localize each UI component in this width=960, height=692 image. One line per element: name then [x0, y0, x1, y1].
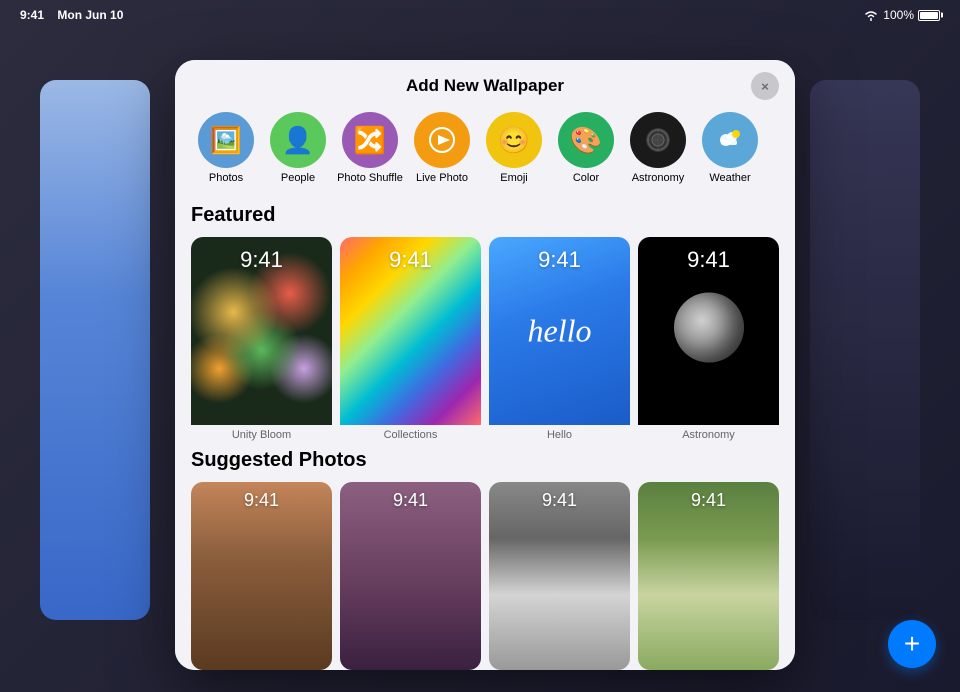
type-item-photos[interactable]: 🖼️ Photos	[191, 112, 261, 184]
featured-time-collections: 9:41	[340, 247, 481, 273]
status-bar: 9:41 Mon Jun 10 100%	[0, 8, 960, 22]
add-button[interactable]: +	[888, 620, 936, 668]
type-label-color: Color	[573, 172, 599, 184]
type-item-photo-shuffle[interactable]: 🔀 Photo Shuffle	[335, 112, 405, 184]
suggested-item-4[interactable]: 9:41	[638, 482, 779, 670]
featured-grid: 9:41 Unity Bloom 9:41 Collections 9:41 h…	[191, 237, 779, 441]
featured-label-hello: Hello	[489, 429, 630, 441]
suggested-time-1: 9:41	[191, 490, 332, 511]
modal-scroll-content[interactable]: Featured 9:41 Unity Bloom 9:41 Collectio…	[175, 196, 795, 670]
type-label-emoji: Emoji	[500, 172, 528, 184]
featured-item-hello[interactable]: 9:41 hello Hello	[489, 237, 630, 441]
type-icon-astronomy	[630, 112, 686, 168]
type-label-weather: Weather	[709, 172, 750, 184]
featured-label-unity-bloom: Unity Bloom	[191, 429, 332, 441]
status-time: 9:41	[20, 8, 44, 22]
suggested-time-4: 9:41	[638, 490, 779, 511]
type-label-live-photo: Live Photo	[416, 172, 468, 184]
type-item-weather[interactable]: Weather	[695, 112, 765, 184]
featured-item-astronomy[interactable]: 9:41 Astronomy	[638, 237, 779, 441]
type-label-astronomy: Astronomy	[632, 172, 685, 184]
featured-time-astronomy: 9:41	[638, 247, 779, 273]
hello-text: hello	[528, 313, 592, 350]
modal-title: Add New Wallpaper	[406, 76, 564, 96]
featured-item-unity-bloom[interactable]: 9:41 Unity Bloom	[191, 237, 332, 441]
type-icon-emoji: 😊	[486, 112, 542, 168]
featured-label-collections: Collections	[340, 429, 481, 441]
type-icon-live-photo	[414, 112, 470, 168]
featured-time-unity: 9:41	[191, 247, 332, 273]
suggested-thumb-1: 9:41	[191, 482, 332, 670]
wallpaper-preview-left	[40, 80, 150, 620]
type-label-photos: Photos	[209, 172, 243, 184]
battery-pct: 100%	[883, 8, 914, 22]
featured-title: Featured	[191, 204, 779, 227]
suggested-photos-grid: 9:41 9:41 9:41 9:41	[191, 482, 779, 670]
type-item-live-photo[interactable]: Live Photo	[407, 112, 477, 184]
type-icon-color: 🎨	[558, 112, 614, 168]
modal-header: Add New Wallpaper ×	[175, 60, 795, 104]
close-button[interactable]: ×	[751, 72, 779, 100]
battery-icon	[918, 10, 940, 21]
type-item-emoji[interactable]: 😊 Emoji	[479, 112, 549, 184]
status-time-date: 9:41 Mon Jun 10	[20, 8, 123, 22]
suggested-time-2: 9:41	[340, 490, 481, 511]
featured-thumb-collections: 9:41	[340, 237, 481, 425]
suggested-thumb-4: 9:41	[638, 482, 779, 670]
type-icon-photo-shuffle: 🔀	[342, 112, 398, 168]
suggested-thumb-3: 9:41	[489, 482, 630, 670]
featured-thumb-astronomy: 9:41	[638, 237, 779, 425]
suggested-photos-title: Suggested Photos	[191, 449, 779, 472]
type-label-photo-shuffle: Photo Shuffle	[337, 172, 403, 184]
add-wallpaper-modal: Add New Wallpaper × 🖼️ Photos 👤 People 🔀 Phot…	[175, 60, 795, 670]
type-item-astronomy[interactable]: Astronomy	[623, 112, 693, 184]
moon-graphic	[674, 293, 744, 363]
type-item-color[interactable]: 🎨 Color	[551, 112, 621, 184]
featured-item-collections[interactable]: 9:41 Collections	[340, 237, 481, 441]
type-icon-people: 👤	[270, 112, 326, 168]
featured-time-hello: 9:41	[489, 247, 630, 273]
wallpaper-types-row: 🖼️ Photos 👤 People 🔀 Photo Shuffle Live Photo 😊…	[175, 104, 795, 196]
type-icon-photos: 🖼️	[198, 112, 254, 168]
suggested-time-3: 9:41	[489, 490, 630, 511]
suggested-item-2[interactable]: 9:41	[340, 482, 481, 670]
wifi-icon	[863, 9, 879, 21]
suggested-item-1[interactable]: 9:41	[191, 482, 332, 670]
type-item-people[interactable]: 👤 People	[263, 112, 333, 184]
suggested-item-3[interactable]: 9:41	[489, 482, 630, 670]
featured-thumb-unity-bloom: 9:41	[191, 237, 332, 425]
featured-label-astronomy: Astronomy	[638, 429, 779, 441]
status-date: Mon Jun 10	[57, 8, 123, 22]
type-icon-weather	[702, 112, 758, 168]
type-label-people: People	[281, 172, 315, 184]
featured-thumb-hello: 9:41 hello	[489, 237, 630, 425]
suggested-thumb-2: 9:41	[340, 482, 481, 670]
status-icons: 100%	[863, 8, 940, 22]
wallpaper-preview-right	[810, 80, 920, 620]
